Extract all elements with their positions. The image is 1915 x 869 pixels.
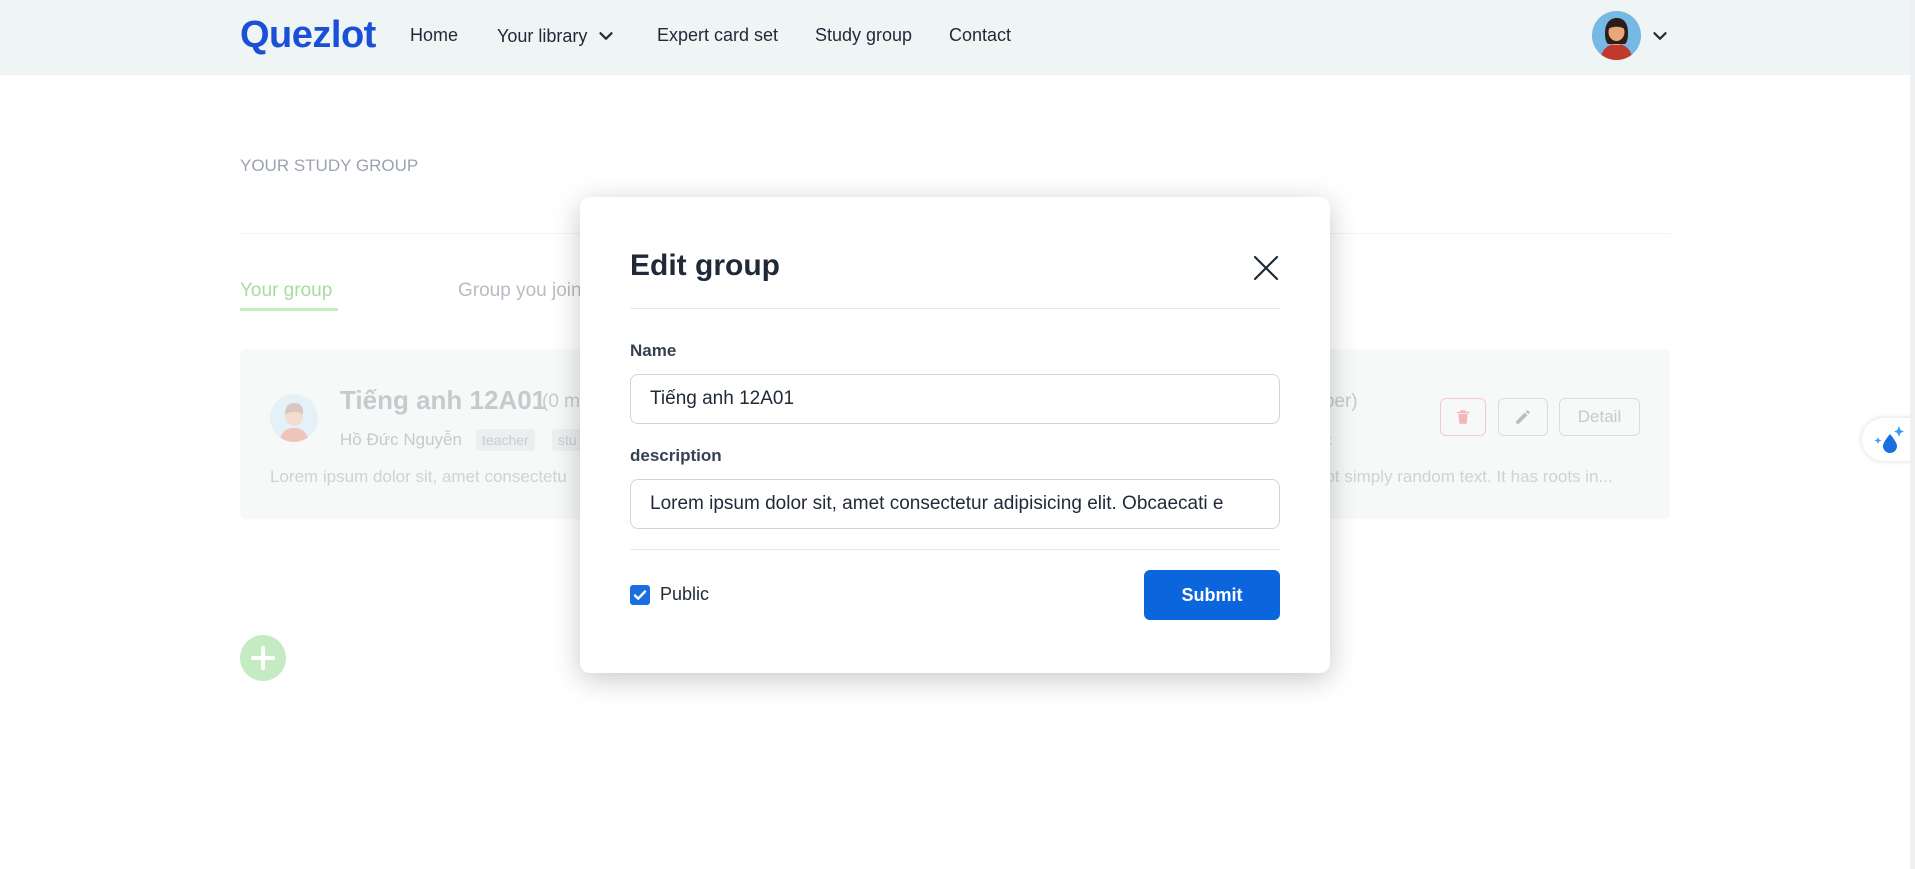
nav-contact[interactable]: Contact — [949, 25, 1011, 46]
close-icon[interactable] — [1252, 254, 1280, 282]
sparkle-drop-icon — [1874, 425, 1904, 453]
nav-expert-card-set[interactable]: Expert card set — [657, 25, 778, 46]
nav-home-label: Home — [410, 25, 459, 45]
group-member-count: (0 m — [542, 391, 580, 412]
delete-group-button[interactable] — [1440, 398, 1486, 436]
user-avatar-icon — [279, 403, 309, 442]
section-title: YOUR STUDY GROUP — [240, 156, 419, 175]
plus-icon — [251, 646, 275, 670]
nav-your-library[interactable]: Your library — [497, 25, 617, 47]
add-group-button[interactable] — [240, 635, 286, 681]
description-label: description — [630, 446, 722, 465]
chevron-down-icon[interactable] — [1649, 25, 1671, 47]
edit-group-button[interactable] — [1498, 398, 1548, 436]
avatar[interactable] — [1592, 11, 1641, 60]
active-tab-indicator — [240, 308, 338, 311]
group-owner-name: Hồ Đức Nguyễn — [340, 430, 462, 449]
nav-home[interactable]: Home — [410, 25, 458, 46]
chevron-down-icon — [599, 32, 614, 40]
group-description: Lorem ipsum dolor sit, amet consectetu — [270, 467, 567, 486]
group-description-end: not simply random text. It has roots in.… — [1316, 467, 1613, 486]
tab-your-group[interactable]: Your group — [240, 280, 332, 302]
nav-study-group[interactable]: Study group — [815, 25, 912, 46]
nav-expert-card-set-label: Expert card set — [657, 25, 779, 45]
role-badge-teacher: teacher — [476, 429, 535, 451]
trash-icon — [1457, 410, 1469, 424]
nav-your-library-label: Your library — [497, 25, 588, 46]
edit-group-modal: Edit group Name description Public Submi… — [580, 197, 1330, 673]
nav-contact-label: Contact — [949, 25, 1012, 45]
group-title: Tiếng anh 12A01 — [340, 385, 547, 415]
modal-title: Edit group — [630, 249, 780, 282]
pencil-icon — [1516, 410, 1530, 424]
modal-header-divider — [630, 308, 1280, 309]
logo[interactable]: Quezlot — [240, 14, 376, 57]
name-label: Name — [630, 341, 677, 360]
user-menu[interactable] — [1592, 11, 1671, 60]
name-field[interactable] — [630, 374, 1280, 424]
detail-button[interactable]: Detail — [1559, 398, 1640, 436]
tab-group-you-join[interactable]: Group you join — [458, 280, 582, 302]
nav-study-group-label: Study group — [815, 25, 913, 45]
group-owner-avatar — [270, 394, 318, 442]
floating-helper-button[interactable] — [1862, 418, 1915, 461]
submit-button[interactable]: Submit — [1144, 570, 1280, 620]
user-avatar-icon — [1592, 11, 1641, 60]
public-label: Public — [660, 584, 710, 604]
checkmark-icon — [633, 589, 647, 600]
public-checkbox[interactable] — [630, 584, 650, 605]
role-badge-student: stu — [552, 429, 583, 451]
top-navbar: Quezlot Home Your library Expert card se… — [0, 0, 1915, 75]
description-field[interactable] — [630, 479, 1280, 529]
modal-footer-divider — [630, 549, 1280, 550]
scrollbar[interactable] — [1910, 0, 1915, 869]
public-toggle-row[interactable]: Public — [630, 584, 709, 605]
